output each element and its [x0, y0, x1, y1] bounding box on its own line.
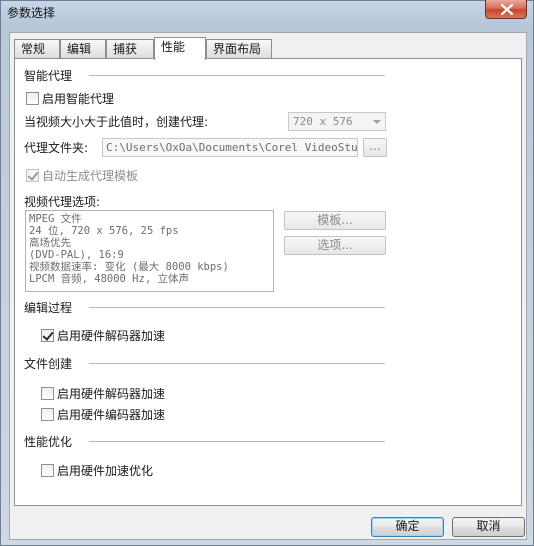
section-divider	[89, 307, 385, 308]
file-hw-decoder-checkbox[interactable]: 启用硬件解码器加速	[41, 385, 165, 401]
browse-folder-button[interactable]: ...	[363, 138, 387, 157]
checkbox-label: 启用硬件编码器加速	[57, 407, 166, 422]
section-divider	[89, 441, 385, 442]
enable-smart-proxy-checkbox[interactable]: 启用智能代理	[26, 90, 114, 106]
proxy-options-label: 视频代理选项:	[24, 195, 101, 209]
dialog-client-area: 常规 编辑 捕获 性能 界面布局 智能代理 启用智能代理 当视频大小大于此值时，…	[9, 32, 527, 540]
info-line: 视频数据速率: 变化 (最大 8000 kbps)	[29, 261, 229, 273]
template-button[interactable]: 模板...	[284, 211, 386, 230]
optimization-heading: 性能优化	[24, 435, 73, 449]
proxy-folder-field[interactable]: C:\Users\OxOa\Documents\Corel VideoStudi…	[102, 138, 358, 157]
proxy-options-info: MPEG 文件 24 位, 720 x 576, 25 fps 高场优先 (DV…	[25, 210, 274, 292]
proxy-threshold-select[interactable]: 720 x 576	[288, 112, 386, 131]
proxy-folder-label: 代理文件夹:	[24, 141, 89, 155]
options-button[interactable]: 选项...	[284, 236, 386, 255]
preferences-dialog: 参数选择 常规 编辑 捕获 性能 界面布局 智能代理 启用智能代理 当视频大小大…	[0, 0, 534, 546]
section-divider	[89, 363, 385, 364]
smart-proxy-heading: 智能代理	[24, 69, 73, 83]
ok-button[interactable]: 确定	[371, 517, 444, 537]
checkbox-label: 启用硬件加速优化	[57, 463, 154, 478]
section-divider	[89, 75, 385, 76]
cancel-button[interactable]: 取消	[452, 517, 525, 537]
checkbox-box	[41, 386, 54, 400]
close-button[interactable]	[485, 0, 527, 19]
file-hw-encoder-checkbox[interactable]: 启用硬件编码器加速	[41, 406, 165, 422]
hw-accel-optimization-checkbox[interactable]: 启用硬件加速优化	[41, 462, 153, 478]
close-icon	[501, 4, 513, 15]
info-line: LPCM 音频, 48000 Hz, 立体声	[29, 273, 189, 285]
title-bar[interactable]: 参数选择	[1, 0, 533, 25]
editing-heading: 编辑过程	[24, 301, 73, 315]
tab-capture[interactable]: 捕获	[106, 39, 154, 59]
checkbox-box	[26, 91, 39, 105]
performance-panel: 智能代理 启用智能代理 当视频大小大于此值时，创建代理: 720 x 576 代…	[14, 58, 522, 506]
tab-edit[interactable]: 编辑	[60, 39, 106, 59]
checkbox-box	[26, 168, 39, 182]
info-line: 24 位, 720 x 576, 25 fps	[29, 225, 179, 237]
proxy-threshold-value: 720 x 576	[293, 115, 353, 128]
auto-generate-template-checkbox[interactable]: 自动生成代理模板	[26, 167, 138, 183]
tab-performance[interactable]: 性能	[154, 37, 206, 60]
window-title: 参数选择	[7, 6, 56, 20]
checkbox-label: 启用硬件解码器加速	[57, 386, 166, 401]
checkbox-box	[41, 407, 54, 421]
tab-general[interactable]: 常规	[14, 39, 60, 59]
info-line: (DVD-PAL), 16:9	[29, 249, 124, 261]
checkbox-box	[41, 463, 54, 477]
checkbox-label: 启用硬件解码器加速	[57, 328, 166, 343]
chevron-down-icon	[373, 120, 381, 124]
proxy-threshold-label: 当视频大小大于此值时，创建代理:	[24, 115, 209, 129]
checkbox-box	[41, 328, 54, 342]
editing-hw-decoder-checkbox[interactable]: 启用硬件解码器加速	[41, 327, 165, 343]
tab-strip: 常规 编辑 捕获 性能 界面布局	[14, 37, 522, 60]
checkbox-label: 启用智能代理	[42, 91, 115, 106]
info-line: 高场优先	[29, 237, 71, 249]
checkbox-label: 自动生成代理模板	[42, 168, 139, 183]
file-creation-heading: 文件创建	[24, 357, 73, 371]
tab-interface-layout[interactable]: 界面布局	[206, 39, 272, 59]
info-line: MPEG 文件	[29, 213, 82, 225]
